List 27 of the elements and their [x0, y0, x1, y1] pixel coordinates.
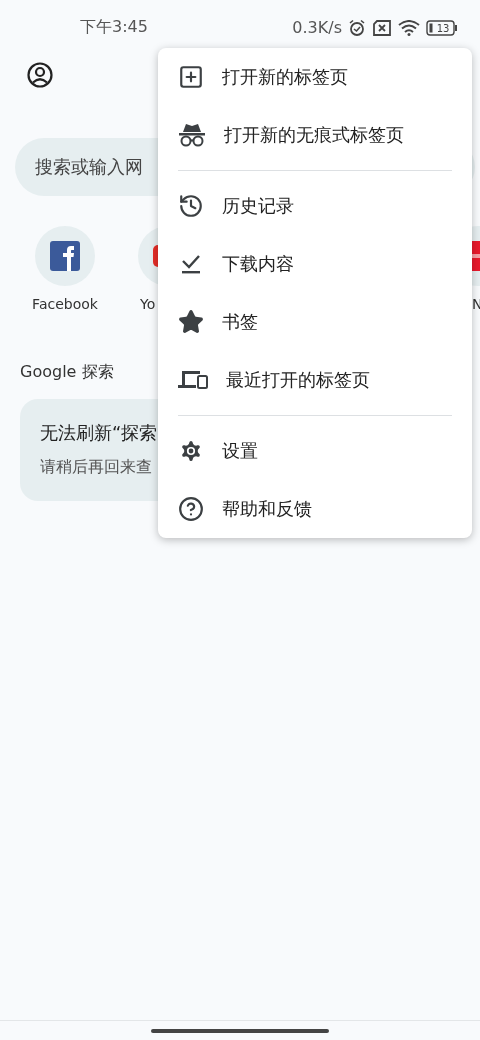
card-title: 无法刷新“探索: [40, 421, 159, 445]
history-icon: [178, 193, 204, 219]
alarm-icon: [348, 18, 366, 37]
help-icon: [178, 496, 204, 522]
section-heading: Google 探索: [20, 362, 114, 383]
shortcut-label: Facebook: [32, 296, 98, 312]
star-icon: [178, 309, 204, 335]
menu-item[interactable]: 打开新的无痕式标签页: [158, 106, 472, 164]
menu-item[interactable]: 最近打开的标签页: [158, 351, 472, 409]
menu-item[interactable]: 书签: [158, 293, 472, 351]
status-time: 下午3:45: [80, 17, 149, 38]
card-text: 请稍后再回来查: [40, 457, 153, 478]
battery-icon: 13: [426, 19, 458, 36]
incognito-icon: [178, 122, 206, 148]
menu-item[interactable]: 设置: [158, 422, 472, 480]
menu-item[interactable]: 帮助和反馈: [158, 480, 472, 538]
wifi-icon: [398, 19, 420, 36]
shortcut-label: Yo: [140, 296, 156, 312]
menu-item[interactable]: 历史记录: [158, 177, 472, 235]
account-icon[interactable]: [27, 62, 53, 88]
devices-icon: [178, 368, 208, 392]
network-speed: 0.3K/s: [292, 18, 342, 37]
facebook-logo-icon: [50, 241, 80, 271]
menu-item[interactable]: 打开新的标签页: [158, 48, 472, 106]
plus-square-icon: [178, 64, 204, 90]
menu-item[interactable]: 下载内容: [158, 235, 472, 293]
sim-off-icon: [372, 19, 392, 36]
